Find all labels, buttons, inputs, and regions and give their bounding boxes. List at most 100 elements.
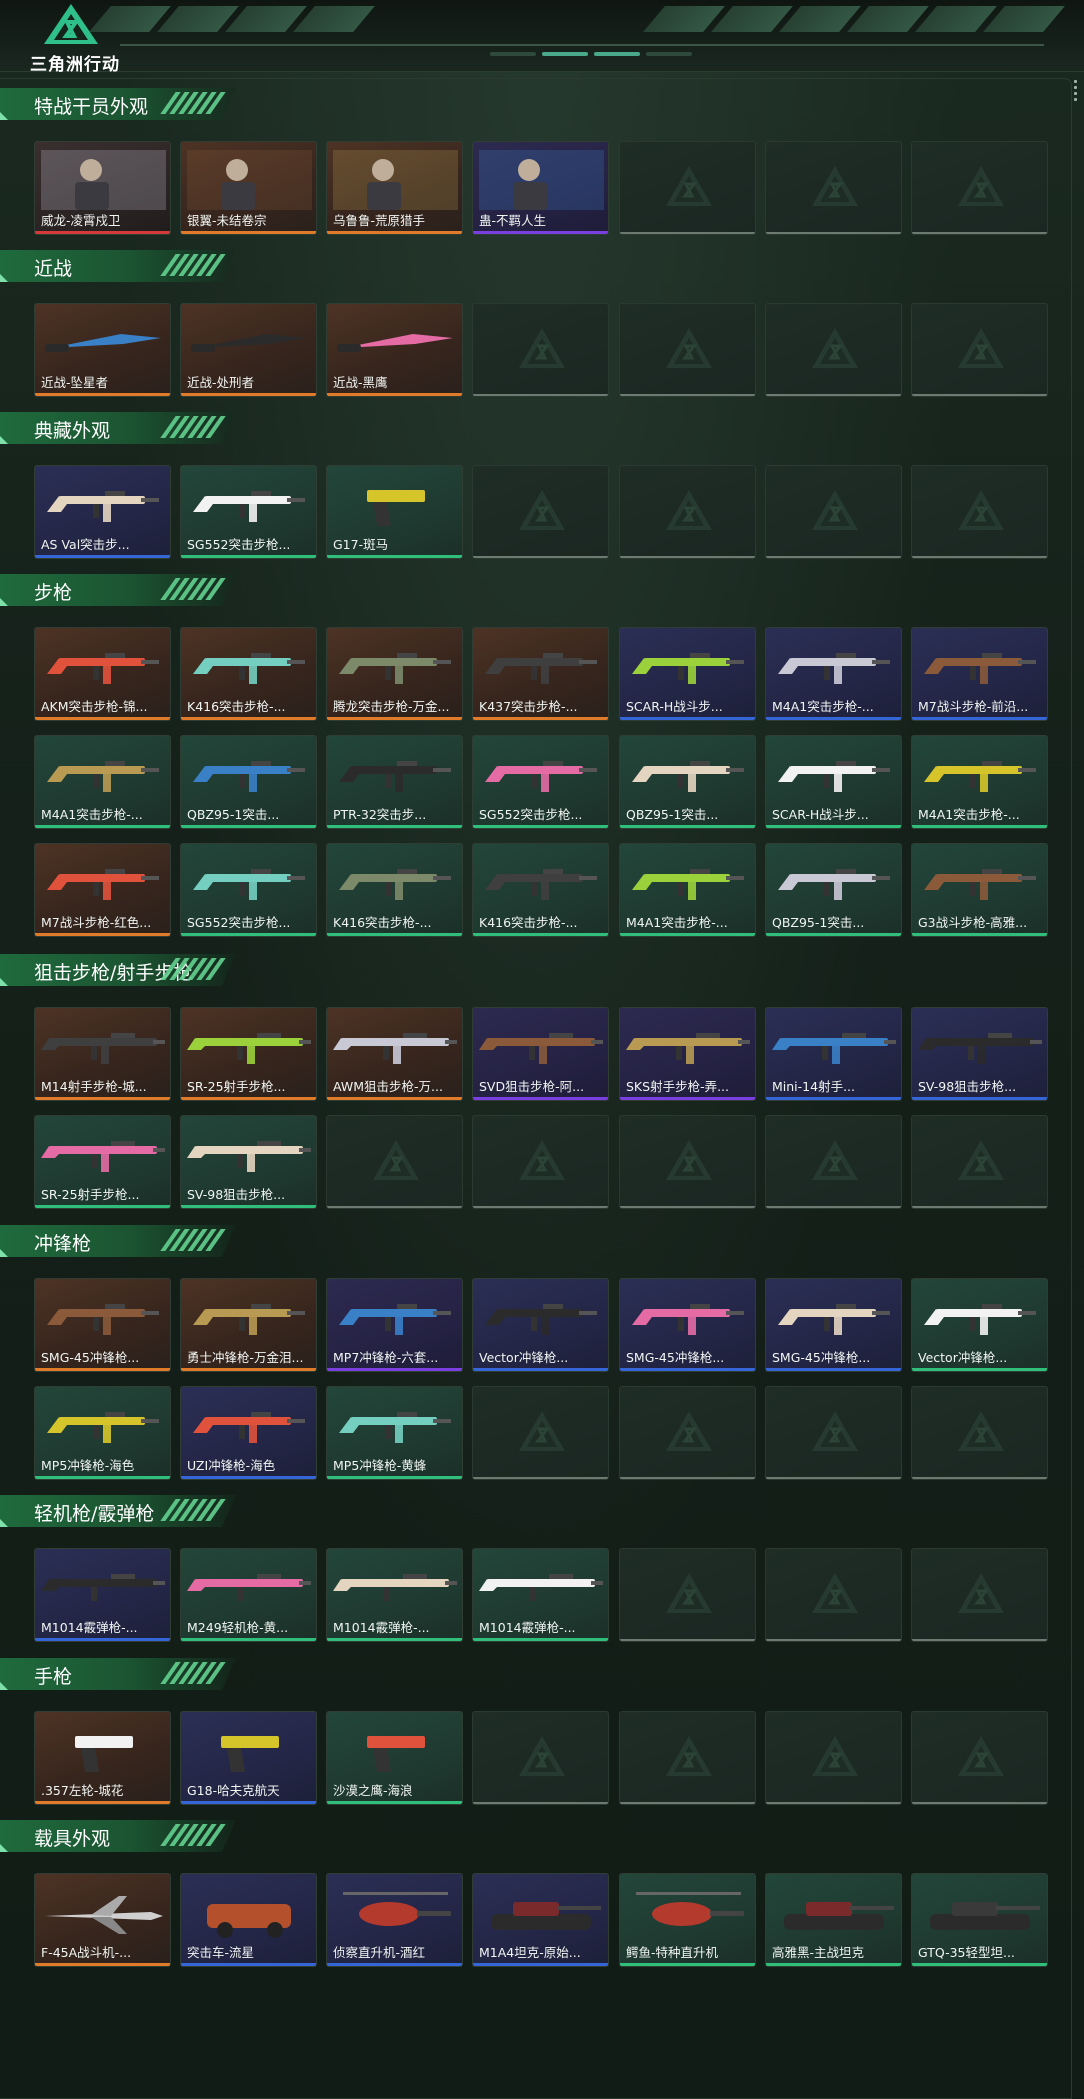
rarity-bar xyxy=(912,556,1047,558)
rifle-skin-icon xyxy=(924,869,1036,900)
skin-card[interactable]: 威龙-凌霄戍卫 xyxy=(34,141,171,235)
section-header: 狙击步枪/射手步枪 xyxy=(0,954,236,986)
rarity-bar xyxy=(35,1638,170,1641)
skin-card[interactable]: 勇士冲锋枪-万金泪... xyxy=(180,1278,317,1372)
skin-card[interactable]: G3战斗步枪-高雅... xyxy=(911,843,1048,937)
skin-card[interactable]: SCAR-H战斗步... xyxy=(619,627,756,721)
rarity-bar xyxy=(766,1477,901,1479)
skin-card[interactable]: SMG-45冲锋枪... xyxy=(765,1278,902,1372)
skin-card[interactable]: SG552突击步枪... xyxy=(472,735,609,829)
knife-skin-icon xyxy=(337,334,453,352)
skin-card[interactable]: SV-98狙击步枪... xyxy=(911,1007,1048,1101)
skin-card[interactable]: 蛊-不羁人生 xyxy=(472,141,609,235)
skin-name: SR-25射手步枪... xyxy=(187,1079,286,1094)
skin-card[interactable]: GTQ-35轻型坦... xyxy=(911,1873,1048,1967)
skin-name: K416突击步枪-... xyxy=(187,699,286,714)
skin-card[interactable]: M14射手步枪-城... xyxy=(34,1007,171,1101)
skin-card[interactable]: M4A1突击步枪-... xyxy=(34,735,171,829)
skin-card[interactable]: M1A4坦克-原始... xyxy=(472,1873,609,1967)
empty-slot xyxy=(911,1548,1048,1642)
skin-card[interactable]: K416突击步枪-... xyxy=(326,843,463,937)
header-hatch xyxy=(160,958,226,980)
skin-card[interactable]: SMG-45冲锋枪... xyxy=(34,1278,171,1372)
skin-card[interactable]: K437突击步枪-... xyxy=(472,627,609,721)
skin-card[interactable]: UZI冲锋枪-海色 xyxy=(180,1386,317,1480)
skin-card[interactable]: 近战-坠星者 xyxy=(34,303,171,397)
operator-skin-icon xyxy=(333,150,458,210)
skin-card[interactable]: Mini-14射手... xyxy=(765,1007,902,1101)
delta-watermark-icon xyxy=(958,1411,1004,1451)
skin-name: M249轻机枪-黄... xyxy=(187,1620,289,1635)
rarity-bar xyxy=(327,1638,462,1641)
header-hatch xyxy=(160,254,226,276)
skin-card[interactable]: M1014霰弹枪-... xyxy=(472,1548,609,1642)
skin-card[interactable]: MP7冲锋枪-六套... xyxy=(326,1278,463,1372)
skin-card[interactable]: 鳄鱼-特种直升机 xyxy=(619,1873,756,1967)
skin-card[interactable]: SR-25射手步枪... xyxy=(180,1007,317,1101)
skin-card[interactable]: 沙漠之鹰-海浪 xyxy=(326,1711,463,1805)
smg-skin-icon xyxy=(47,1304,159,1335)
skin-card[interactable]: Vector冲锋枪... xyxy=(911,1278,1048,1372)
skin-card[interactable]: M1014霰弹枪-... xyxy=(34,1548,171,1642)
rarity-bar xyxy=(327,231,462,234)
skin-card[interactable]: 侦察直升机-酒红 xyxy=(326,1873,463,1967)
skin-card[interactable]: QBZ95-1突击... xyxy=(619,735,756,829)
header-hatch xyxy=(160,1499,226,1521)
skin-name: K416突击步枪-... xyxy=(479,915,578,930)
skin-card[interactable]: M1014霰弹枪-... xyxy=(326,1548,463,1642)
skin-card[interactable]: 腾龙突击步枪-万金... xyxy=(326,627,463,721)
skin-card[interactable]: SR-25射手步枪... xyxy=(34,1115,171,1209)
skin-card[interactable]: M4A1突击步枪-... xyxy=(619,843,756,937)
section-title: 特战干员外观 xyxy=(34,96,149,118)
rarity-bar xyxy=(766,394,901,396)
skin-card[interactable]: AS Val突击步... xyxy=(34,465,171,559)
skin-card[interactable]: 乌鲁鲁-荒原猎手 xyxy=(326,141,463,235)
skin-card[interactable]: QBZ95-1突击... xyxy=(180,735,317,829)
skin-card[interactable]: M4A1突击步枪-... xyxy=(765,627,902,721)
skin-card[interactable]: M7战斗步枪-红色... xyxy=(34,843,171,937)
skin-card[interactable]: SKS射手步枪-弄... xyxy=(619,1007,756,1101)
skin-name: SMG-45冲锋枪... xyxy=(41,1350,140,1365)
skin-card[interactable]: 突击车-流星 xyxy=(180,1873,317,1967)
skin-card[interactable]: M4A1突击步枪-... xyxy=(911,735,1048,829)
skin-name: SCAR-H战斗步... xyxy=(772,807,869,822)
skin-card[interactable]: SV-98狙击步枪... xyxy=(180,1115,317,1209)
skin-card[interactable]: QBZ95-1突击... xyxy=(765,843,902,937)
empty-slot xyxy=(765,465,902,559)
skin-card[interactable]: F-45A战斗机-... xyxy=(34,1873,171,1967)
skin-card[interactable]: Vector冲锋枪... xyxy=(472,1278,609,1372)
skin-card[interactable]: M7战斗步枪-前沿... xyxy=(911,627,1048,721)
skin-card[interactable]: SG552突击步枪... xyxy=(180,465,317,559)
skin-card[interactable]: SG552突击步枪... xyxy=(180,843,317,937)
skin-card[interactable]: 近战-处刑者 xyxy=(180,303,317,397)
skin-card[interactable]: K416突击步枪-... xyxy=(180,627,317,721)
scroll-dots-icon[interactable] xyxy=(1074,80,1078,101)
skin-card[interactable]: AWM狙击步枪-万... xyxy=(326,1007,463,1101)
skin-card[interactable]: 高雅黑-主战坦克 xyxy=(765,1873,902,1967)
rarity-bar xyxy=(35,555,170,558)
skin-card[interactable]: SMG-45冲锋枪... xyxy=(619,1278,756,1372)
rarity-bar xyxy=(473,1477,608,1479)
skin-card[interactable]: G17-斑马 xyxy=(326,465,463,559)
skin-card[interactable]: SCAR-H战斗步... xyxy=(765,735,902,829)
skin-card[interactable]: SVD狙击步枪-阿... xyxy=(472,1007,609,1101)
skin-card[interactable]: PTR-32突击步... xyxy=(326,735,463,829)
header-hatch xyxy=(160,416,226,438)
skin-card[interactable]: .357左轮-城花 xyxy=(34,1711,171,1805)
skin-card[interactable]: AKM突击步枪-锦... xyxy=(34,627,171,721)
skin-name: SG552突击步枪... xyxy=(187,915,291,930)
rarity-bar xyxy=(766,1639,901,1641)
skin-card[interactable]: M249轻机枪-黄... xyxy=(180,1548,317,1642)
rifle-skin-icon xyxy=(339,869,451,900)
rarity-bar xyxy=(327,1476,462,1479)
skin-card[interactable]: 近战-黑鹰 xyxy=(326,303,463,397)
header-notch xyxy=(0,1844,8,1852)
skin-card[interactable]: MP5冲锋枪-海色 xyxy=(34,1386,171,1480)
skin-name: AKM突击步枪-锦... xyxy=(41,699,148,714)
skin-card[interactable]: K416突击步枪-... xyxy=(472,843,609,937)
skin-card[interactable]: G18-哈夫克航天 xyxy=(180,1711,317,1805)
skin-card[interactable]: MP5冲锋枪-黄蜂 xyxy=(326,1386,463,1480)
delta-watermark-icon xyxy=(666,328,712,368)
skin-name: M1014霰弹枪-... xyxy=(479,1620,576,1635)
skin-card[interactable]: 银翼-未结卷宗 xyxy=(180,141,317,235)
